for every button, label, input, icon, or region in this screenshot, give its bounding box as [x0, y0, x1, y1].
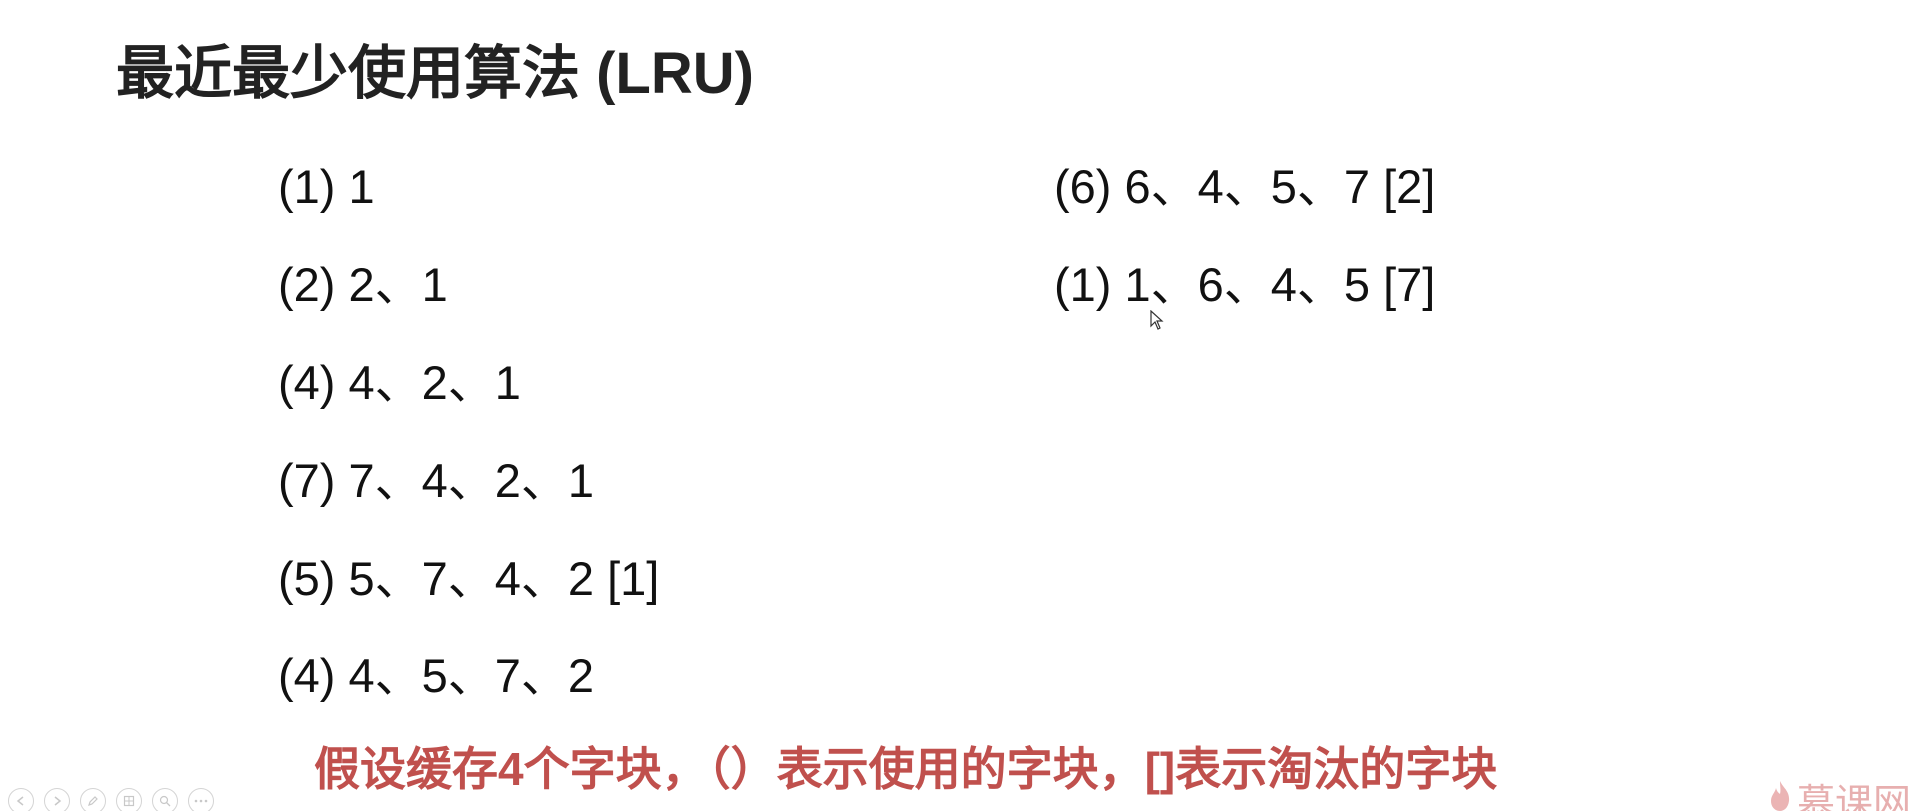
- watermark-logo: 慕课网: [1767, 772, 1911, 811]
- pen-icon[interactable]: [80, 788, 106, 811]
- zoom-icon[interactable]: [152, 788, 178, 811]
- step-row-left-1: (1) 1: [278, 160, 375, 213]
- mouse-cursor-icon: [1150, 309, 1164, 335]
- step-row-left-3: (4) 4、2、1: [278, 356, 521, 409]
- step-row-left-6: (4) 4、5、7、2: [278, 649, 595, 702]
- flame-icon: [1767, 778, 1793, 811]
- grid-icon[interactable]: [116, 788, 142, 811]
- watermark-text: 慕课网: [1796, 781, 1911, 811]
- step-row-left-2: (2) 2、1: [278, 258, 448, 311]
- step-row-left-5: (5) 5、7、4、2 [1]: [278, 552, 660, 605]
- next-icon[interactable]: [44, 788, 70, 811]
- presentation-toolbar: [8, 788, 214, 811]
- prev-icon[interactable]: [8, 788, 34, 811]
- step-row-left-4: (7) 7、4、2、1: [278, 454, 595, 507]
- step-row-right-2: (1) 1、6、4、5 [7]: [1054, 258, 1436, 311]
- more-icon[interactable]: [188, 788, 214, 811]
- step-row-right-1: (6) 6、4、5、7 [2]: [1054, 160, 1436, 213]
- legend-note: 假设缓存4个字块，（）表示使用的字块，[]表示淘汰的字块: [314, 743, 1498, 795]
- slide-title: 最近最少使用算法 (LRU): [116, 41, 754, 106]
